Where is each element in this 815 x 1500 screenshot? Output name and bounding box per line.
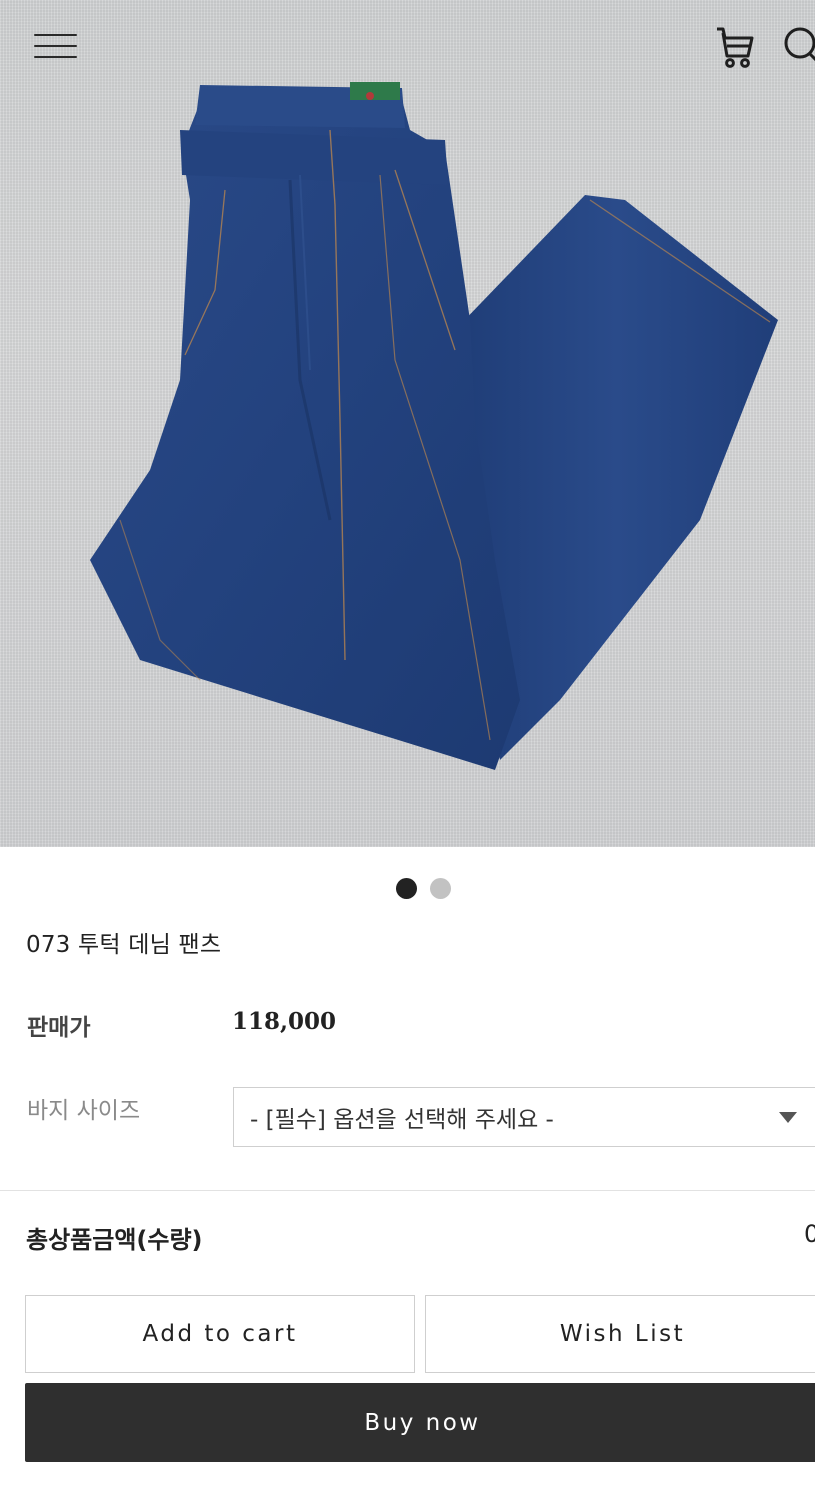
menu-line — [34, 45, 77, 47]
shopping-cart-icon[interactable] — [712, 24, 758, 70]
add-to-cart-button[interactable]: Add to cart — [25, 1295, 415, 1373]
jeans-photo — [90, 82, 778, 770]
menu-line — [34, 56, 77, 58]
price-label: 판매가 — [27, 1015, 91, 1041]
size-option-select[interactable]: - [필수] 옵션을 선택해 주세요 - — [233, 1087, 815, 1147]
wish-list-button[interactable]: Wish List — [425, 1295, 815, 1373]
total-amount-value: 0 — [804, 1220, 815, 1248]
price-value: 118,000 — [232, 1008, 337, 1035]
carousel-dot-1[interactable] — [396, 878, 417, 899]
product-image[interactable] — [0, 0, 815, 847]
menu-line — [34, 34, 77, 36]
size-option-placeholder: - [필수] 옵션을 선택해 주세요 - — [250, 1107, 554, 1133]
total-amount-label: 총상품금액(수량) — [26, 1226, 203, 1254]
size-option-label: 바지 사이즈 — [27, 1098, 141, 1124]
product-title: 073 투턱 데님 팬츠 — [26, 932, 222, 958]
search-icon[interactable] — [780, 24, 815, 70]
section-divider — [0, 1190, 815, 1191]
product-page: 073 투턱 데님 팬츠 판매가 118,000 바지 사이즈 - [필수] 옵… — [0, 0, 815, 1500]
carousel-dots — [396, 878, 451, 899]
hamburger-menu-icon[interactable] — [34, 30, 78, 62]
dropdown-caret-icon — [779, 1112, 797, 1123]
buy-now-button[interactable]: Buy now — [25, 1383, 815, 1462]
carousel-dot-2[interactable] — [430, 878, 451, 899]
